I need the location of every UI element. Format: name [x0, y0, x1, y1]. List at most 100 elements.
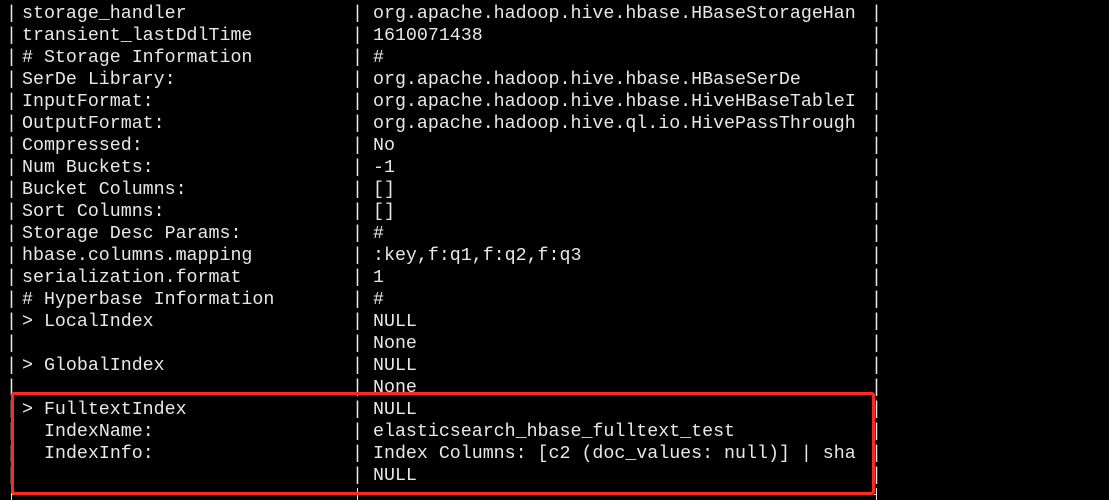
column-separator: | [352, 26, 363, 46]
column-separator: | [871, 114, 882, 134]
table-row: | # Storage Information | # | [0, 47, 1109, 69]
row-value: :key,f:q1,f:q2,f:q3 [373, 246, 582, 266]
column-separator: | [871, 356, 882, 376]
column-separator: | [871, 26, 882, 46]
row-value: 1610071438 [373, 26, 483, 46]
column-separator: | [6, 202, 17, 222]
row-key: Num Buckets: [22, 158, 154, 178]
table-row: | InputFormat: | org.apache.hadoop.hive.hba… [0, 91, 1109, 113]
column-separator: | [871, 312, 882, 332]
column-separator: | [6, 180, 17, 200]
column-separator: | [871, 466, 882, 486]
column-separator: | [871, 4, 882, 24]
table-row: | | None | [0, 377, 1109, 399]
column-separator: | [352, 268, 363, 288]
column-separator: | [871, 444, 882, 464]
column-separator: | [6, 378, 17, 398]
column-separator: | [6, 312, 17, 332]
column-separator: | [871, 422, 882, 442]
table-row: | | None | [0, 333, 1109, 355]
table-row: | Sort Columns: |[] | [0, 201, 1109, 223]
table-bottom-border [11, 494, 877, 495]
border-junction [873, 488, 880, 500]
table-row: | Storage Desc Params: | # | [0, 223, 1109, 245]
column-separator: | [871, 334, 882, 354]
table-row: | Bucket Columns: |[] | [0, 179, 1109, 201]
row-key: InputFormat: [22, 92, 154, 112]
column-separator: | [871, 136, 882, 156]
row-value: # [373, 48, 384, 68]
row-key: hbase.columns.mapping [22, 246, 253, 266]
table-row: | Compressed: | No | [0, 135, 1109, 157]
row-value: NULL [373, 400, 417, 420]
column-separator: | [6, 246, 17, 266]
table-row: | serialization.format | 1 | [0, 267, 1109, 289]
terminal-window[interactable]: | storage_handler | org.apache.hadoop.hive.… [0, 0, 1109, 500]
row-value: org.apache.hadoop.hive.hbase.HiveHBaseTa… [373, 92, 856, 112]
column-separator: | [6, 158, 17, 178]
table-row: | SerDe Library: | org.apache.hadoop.hive.h… [0, 69, 1109, 91]
row-key: > GlobalIndex [22, 356, 165, 376]
column-separator: | [352, 400, 363, 420]
column-separator: | [352, 290, 363, 310]
row-value: org.apache.hadoop.hive.ql.io.HivePassThr… [373, 114, 856, 134]
column-separator: | [352, 180, 363, 200]
column-separator: | [6, 70, 17, 90]
column-separator: | [6, 114, 17, 134]
column-separator: | [871, 290, 882, 310]
column-separator: | [871, 246, 882, 266]
column-separator: | [6, 4, 17, 24]
column-separator: | [871, 158, 882, 178]
column-separator: | [352, 334, 363, 354]
table-row: | hbase.columns.mapping |:key,f:q1,f:q2,f:… [0, 245, 1109, 267]
column-separator: | [352, 246, 363, 266]
column-separator: | [352, 378, 363, 398]
column-separator: | [352, 70, 363, 90]
row-value: No [373, 136, 395, 156]
row-key: serialization.format [22, 268, 242, 288]
column-separator: | [6, 136, 17, 156]
row-key: IndexInfo: [44, 444, 154, 464]
border-junction [354, 488, 361, 500]
column-separator: | [871, 400, 882, 420]
row-key: Storage Desc Params: [22, 224, 242, 244]
column-separator: | [352, 466, 363, 486]
column-separator: | [352, 4, 363, 24]
row-value: org.apache.hadoop.hive.hbase.HBaseSerDe [373, 70, 801, 90]
row-key: # Storage Information [22, 48, 253, 68]
column-separator: | [871, 48, 882, 68]
column-separator: | [871, 70, 882, 90]
row-value: org.apache.hadoop.hive.hbase.HBaseStorag… [373, 4, 856, 24]
column-separator: | [6, 26, 17, 46]
row-key: storage_handler [22, 4, 187, 24]
column-separator: | [6, 400, 17, 420]
column-separator: | [352, 136, 363, 156]
column-separator: | [352, 312, 363, 332]
row-value: None [373, 334, 417, 354]
row-key: # Hyperbase Information [22, 290, 275, 310]
table-row: | > LocalIndex | NULL | [0, 311, 1109, 333]
column-separator: | [6, 268, 17, 288]
row-value: NULL [373, 312, 417, 332]
row-value: -1 [373, 158, 395, 178]
column-separator: | [6, 466, 17, 486]
column-separator: | [352, 92, 363, 112]
row-key: > LocalIndex [22, 312, 154, 332]
column-separator: | [352, 48, 363, 68]
column-separator: | [352, 444, 363, 464]
column-separator: | [352, 356, 363, 376]
row-key: Bucket Columns: [22, 180, 187, 200]
row-key: Compressed: [22, 136, 143, 156]
row-key: OutputFormat: [22, 114, 165, 134]
row-key: Sort Columns: [22, 202, 165, 222]
column-separator: | [352, 158, 363, 178]
row-value: None [373, 378, 417, 398]
row-value: NULL [373, 466, 417, 486]
row-value: # [373, 290, 384, 310]
column-separator: | [6, 48, 17, 68]
row-key: SerDe Library: [22, 70, 176, 90]
column-separator: | [871, 180, 882, 200]
row-key: transient_lastDdlTime [22, 26, 253, 46]
row-value: NULL [373, 356, 417, 376]
table-row: | > FulltextIndex | NULL | [0, 399, 1109, 421]
